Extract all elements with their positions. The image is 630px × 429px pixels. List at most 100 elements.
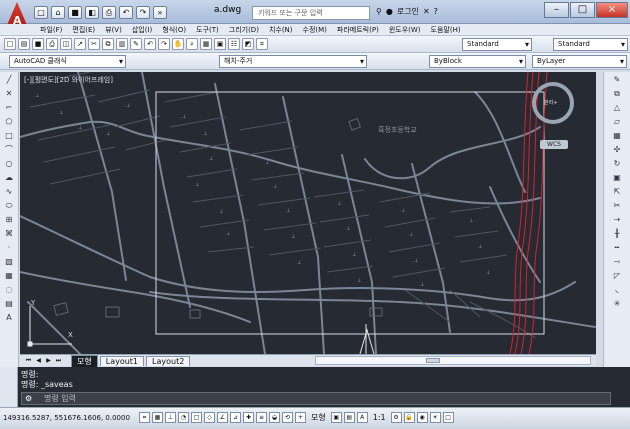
first-tab-icon[interactable]: ⏮ (24, 356, 33, 365)
isolate-objects-icon[interactable]: ☀ (429, 412, 441, 423)
menu-tools[interactable]: 도구(T) (196, 24, 219, 35)
explode-icon[interactable]: ✳ (611, 298, 623, 310)
preview-icon[interactable]: ◫ (60, 38, 72, 50)
menu-dimension[interactable]: 치수(N) (269, 24, 293, 35)
array-icon[interactable]: ▦ (611, 130, 623, 142)
make-block-icon[interactable]: ⌘ (3, 228, 15, 240)
polar-icon[interactable]: ◔ (178, 412, 189, 423)
more-icon[interactable]: » (153, 6, 167, 19)
save-toolbar-icon[interactable]: ■ (32, 38, 44, 50)
menu-edit[interactable]: 편집(E) (72, 24, 95, 35)
tab-model[interactable]: 모형 (71, 354, 98, 367)
copy-object-icon[interactable]: ⧉ (611, 88, 623, 100)
move-icon[interactable]: ✣ (611, 144, 623, 156)
offset-icon[interactable]: ▱ (611, 116, 623, 128)
tool-palettes-icon[interactable]: ☷ (228, 38, 240, 50)
scale-icon[interactable]: ▣ (611, 172, 623, 184)
search-input[interactable]: 키워드 또는 구문 입력 (252, 6, 370, 20)
redo-toolbar-icon[interactable]: ↷ (158, 38, 170, 50)
workspace-select[interactable]: AutoCAD 클래식 (9, 55, 126, 68)
ellipse-icon[interactable]: ⬭ (3, 200, 15, 212)
menu-insert[interactable]: 삽입(I) (132, 24, 152, 35)
polygon-icon[interactable]: ⬠ (3, 116, 15, 128)
break-at-point-icon[interactable]: ╂ (611, 228, 623, 240)
last-tab-icon[interactable]: ⏭ (54, 356, 63, 365)
osnap-icon[interactable]: □ (191, 412, 202, 423)
transparency-icon[interactable]: ◒ (269, 412, 280, 423)
lineweight-icon[interactable]: ≡ (256, 412, 267, 423)
hardware-acceleration-icon[interactable]: ◉ (416, 412, 428, 423)
linetype-select[interactable]: ByLayer (532, 55, 627, 68)
extend-icon[interactable]: ⇢ (611, 214, 623, 226)
quickcalc-icon[interactable]: ⌗ (256, 38, 268, 50)
scroll-thumb[interactable] (426, 358, 440, 363)
table-icon[interactable]: ▤ (3, 298, 15, 310)
rotate-icon[interactable]: ↻ (611, 158, 623, 170)
open-file-icon[interactable]: ⌂ (51, 6, 65, 19)
quick-view-layouts-icon[interactable]: ▣ (330, 412, 342, 423)
color-select[interactable]: ByBlock (429, 55, 526, 68)
menu-format[interactable]: 형식(O) (162, 24, 186, 35)
pan-icon[interactable]: ✋ (172, 38, 184, 50)
fullscreen-icon[interactable]: □ (442, 412, 454, 423)
properties-icon[interactable]: ▦ (200, 38, 212, 50)
text-style-select[interactable]: Standard (462, 38, 532, 51)
spline-icon[interactable]: ∿ (3, 186, 15, 198)
erase-icon[interactable]: ✎ (611, 74, 623, 86)
gradient-icon[interactable]: ▦ (3, 270, 15, 282)
tab-layout2[interactable]: Layout2 (146, 355, 191, 366)
tab-layout1[interactable]: Layout1 (99, 355, 145, 366)
viewcube[interactable]: 관리+ (532, 82, 574, 124)
paste-icon[interactable]: ▥ (116, 38, 128, 50)
save-icon[interactable]: ■ (68, 6, 82, 19)
quick-view-drawings-icon[interactable]: ▤ (343, 412, 355, 423)
selection-cycling-icon[interactable]: ⟲ (282, 412, 293, 423)
menu-help[interactable]: 도움말(H) (431, 24, 461, 35)
login-link[interactable]: 로그인 (397, 6, 419, 17)
grid-icon[interactable]: ▦ (152, 412, 163, 423)
zoom-icon[interactable]: ⌕ (186, 38, 198, 50)
rectangle-icon[interactable]: □ (3, 130, 15, 142)
line-icon[interactable]: ╱ (3, 74, 15, 86)
insert-block-icon[interactable]: ⊞ (3, 214, 15, 226)
publish-icon[interactable]: ↗ (74, 38, 86, 50)
wcs-menu[interactable]: WCS (540, 140, 568, 149)
new-file-icon[interactable]: □ (34, 6, 48, 19)
stretch-icon[interactable]: ⇱ (611, 186, 623, 198)
join-icon[interactable]: ⤙ (611, 256, 623, 268)
redo-icon[interactable]: ↷ (136, 6, 150, 19)
object-track-icon[interactable]: ∠ (217, 412, 228, 423)
command-input[interactable]: ⚙ 명령 입력 (21, 392, 611, 405)
fillet-icon[interactable]: ◟ (611, 284, 623, 296)
user-icon[interactable]: ● (386, 7, 393, 16)
snap-icon[interactable]: ⌗ (139, 412, 150, 423)
open-icon[interactable]: ▤ (18, 38, 30, 50)
lock-icon[interactable]: 🔒 (403, 412, 415, 423)
command-side-panel[interactable] (0, 367, 18, 407)
viewport-controls-label[interactable]: [-][평면도][2D 와이어프레임] (24, 75, 113, 85)
previous-tab-icon[interactable]: ◀ (34, 356, 43, 365)
mirror-icon[interactable]: △ (611, 102, 623, 114)
next-tab-icon[interactable]: ▶ (44, 356, 53, 365)
new-icon[interactable]: □ (4, 38, 16, 50)
close-button[interactable]: × (596, 2, 628, 18)
help-icon[interactable]: ? (434, 7, 438, 16)
menu-window[interactable]: 윈도우(W) (389, 24, 421, 35)
drawing-canvas[interactable]: ⊥ ⊥ ⊥ ⊥ ⊥ ⊥ ⊥ ⊥ ⊥ ⊥ ⊥ ⊥ ⊥ ⊥ ⊥ ⊥ ⊥ ⊥ ⊥ ⊥ ⊥ ⊥ ⊥ ⊥ ⊥ ⊥ ⊥ 흑정초등학교… (20, 72, 596, 354)
menu-parametric[interactable]: 파라메트릭(P) (337, 24, 379, 35)
construction-line-icon[interactable]: ✕ (3, 88, 15, 100)
break-icon[interactable]: ╍ (611, 242, 623, 254)
ortho-icon[interactable]: ⊥ (165, 412, 176, 423)
design-center-icon[interactable]: ▣ (214, 38, 226, 50)
match-properties-icon[interactable]: ✎ (130, 38, 142, 50)
hatch-icon[interactable]: ▨ (3, 256, 15, 268)
undo-icon[interactable]: ↶ (119, 6, 133, 19)
dynamic-input-icon[interactable]: ✚ (243, 412, 254, 423)
binoculars-icon[interactable]: ⚲ (376, 7, 382, 16)
point-icon[interactable]: · (3, 242, 15, 254)
copy-icon[interactable]: ⧉ (102, 38, 114, 50)
trim-icon[interactable]: ✂ (611, 200, 623, 212)
multiline-text-icon[interactable]: A (3, 312, 15, 324)
menu-draw[interactable]: 그리기(D) (229, 24, 259, 35)
markup-icon[interactable]: ◩ (242, 38, 254, 50)
